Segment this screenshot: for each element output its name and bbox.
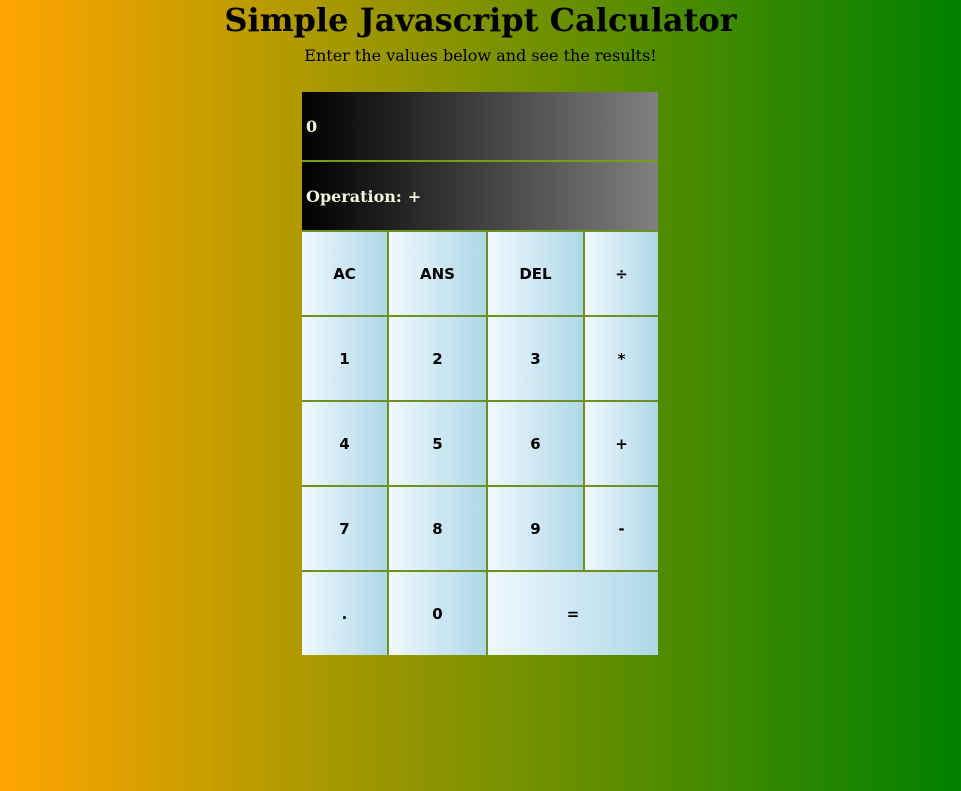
page-title: Simple Javascript Calculator	[224, 1, 737, 39]
digit-4-button[interactable]: 4	[302, 402, 387, 485]
digit-0-button[interactable]: 0	[389, 572, 486, 655]
operation-display: Operation: +	[302, 162, 658, 230]
result-display: 0	[302, 92, 658, 160]
calculator: 0 Operation: + AC ANS DEL ÷ 1 2 3 * 4 5 …	[302, 92, 658, 655]
minus-button[interactable]: -	[585, 487, 658, 570]
operation-label: Operation:	[306, 186, 402, 206]
digit-1-button[interactable]: 1	[302, 317, 387, 400]
digit-7-button[interactable]: 7	[302, 487, 387, 570]
decimal-point-button[interactable]: .	[302, 572, 387, 655]
page-subtitle: Enter the values below and see the resul…	[304, 46, 657, 65]
digit-8-button[interactable]: 8	[389, 487, 486, 570]
divide-button[interactable]: ÷	[585, 232, 658, 315]
ac-button[interactable]: AC	[302, 232, 387, 315]
digit-6-button[interactable]: 6	[488, 402, 583, 485]
del-button[interactable]: DEL	[488, 232, 583, 315]
digit-5-button[interactable]: 5	[389, 402, 486, 485]
operation-value: +	[407, 186, 422, 206]
equals-button[interactable]: =	[488, 572, 658, 655]
digit-3-button[interactable]: 3	[488, 317, 583, 400]
ans-button[interactable]: ANS	[389, 232, 486, 315]
result-value: 0	[306, 116, 318, 136]
digit-2-button[interactable]: 2	[389, 317, 486, 400]
multiply-button[interactable]: *	[585, 317, 658, 400]
digit-9-button[interactable]: 9	[488, 487, 583, 570]
keypad: AC ANS DEL ÷ 1 2 3 * 4 5 6 + 7 8 9 - . 0…	[302, 230, 658, 655]
plus-button[interactable]: +	[585, 402, 658, 485]
